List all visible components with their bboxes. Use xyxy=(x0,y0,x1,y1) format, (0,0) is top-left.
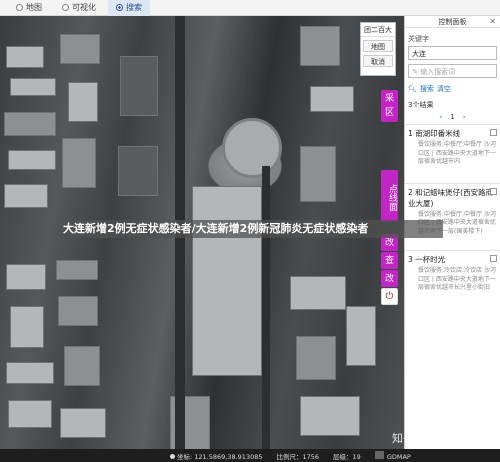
power-icon[interactable]: ⏻ xyxy=(381,288,398,305)
building xyxy=(346,306,376,366)
close-icon[interactable]: ✕ xyxy=(489,16,496,28)
tool-modify-button[interactable]: 改 xyxy=(381,270,398,287)
search-term-input[interactable]: ✎ 输入搜索词 xyxy=(408,64,497,78)
map-button[interactable]: 地图 xyxy=(363,40,393,52)
building xyxy=(118,146,158,196)
cancel-button[interactable]: 取消 xyxy=(363,55,393,67)
result-item[interactable]: 1 南湖印番米线 餐饮服务;中餐厅;中餐厅 沙河口区 | 西安路中央大道地下一层… xyxy=(405,124,500,173)
keyword-input[interactable]: 大连 xyxy=(408,46,497,60)
search-term-placeholder: 输入搜索词 xyxy=(420,68,456,76)
result-name: 3 一杯时光 xyxy=(408,255,446,264)
tab-label: 搜索 xyxy=(126,3,142,12)
radio-icon xyxy=(16,4,23,11)
building xyxy=(120,56,158,116)
building xyxy=(310,86,354,112)
news-banner: 大连新增2例无症状感染者/大连新增2例新冠肺炎无症状感染者 xyxy=(60,220,443,238)
pagination: ‹ 1 › xyxy=(405,113,500,121)
coords-readout: 坐标: 121.5869,38.913085 xyxy=(170,451,263,461)
result-count: 3个结果 xyxy=(408,101,434,109)
map-search-popup: 团二百大 地图 取消 xyxy=(360,22,396,76)
result-checkbox[interactable] xyxy=(490,255,497,262)
result-checkbox[interactable] xyxy=(490,187,497,195)
pen-icon: ✎ xyxy=(412,68,421,76)
building xyxy=(56,260,98,280)
building xyxy=(6,362,54,384)
tool-area-button[interactable]: 采区 xyxy=(381,90,398,122)
clear-link[interactable]: 清空 xyxy=(437,84,451,94)
top-tab-bar: 地图 可视化 搜索 xyxy=(0,0,500,16)
level-readout: 层级：19 xyxy=(333,452,361,461)
map-source-text: GDMAP xyxy=(386,452,411,461)
building xyxy=(10,78,56,96)
building xyxy=(58,296,98,326)
building xyxy=(64,346,100,386)
current-page: 1 xyxy=(450,113,455,121)
building xyxy=(6,264,46,290)
building xyxy=(300,146,336,202)
radio-icon xyxy=(62,4,69,11)
search-link[interactable]: 搜索 xyxy=(420,84,434,94)
scale-readout: 比例尺：1756 xyxy=(276,452,320,461)
tab-label: 可视化 xyxy=(72,3,96,12)
status-bar: 坐标: 121.5869,38.913085 比例尺：1756 层级：19 GD… xyxy=(0,449,500,462)
building xyxy=(10,306,44,348)
satellite-map[interactable] xyxy=(0,16,404,462)
building xyxy=(300,26,340,66)
panel-title: 控制面板 ✕ xyxy=(405,16,500,28)
tool-query-button[interactable]: 查 xyxy=(381,252,398,269)
building xyxy=(296,336,336,380)
keyword-label: 关键字 xyxy=(408,35,429,43)
result-desc: 餐饮服务;中餐厅;中餐厅 沙河口区 | 西安路中央大道地下一层宿舍优越市内 xyxy=(418,141,496,165)
panel-title-text: 控制面板 xyxy=(438,18,467,26)
result-name: 1 南湖印番米线 xyxy=(408,129,461,138)
watermark: 知乎 @xomap xyxy=(392,432,466,445)
result-item[interactable]: 3 一杯时光 餐饮服务;冷饮店;冷饮店 沙河口区 | 西安路中央大道地下一层宿舍… xyxy=(405,250,500,299)
next-page-button[interactable]: › xyxy=(463,113,466,121)
road xyxy=(262,166,270,462)
location-icon xyxy=(170,453,175,459)
building xyxy=(8,150,56,170)
building xyxy=(4,184,48,208)
building xyxy=(68,82,98,122)
station-platform xyxy=(192,186,262,376)
result-desc: 餐饮服务;冷饮店;冷饮店 沙河口区 | 西安路中央大道地下一层宿舍优越市长兴里小… xyxy=(418,267,496,291)
tab-visualization[interactable]: 可视化 xyxy=(54,0,104,16)
map-search-text[interactable]: 团二百大 xyxy=(361,23,395,37)
result-checkbox[interactable] xyxy=(490,129,497,136)
search-icon: 🔍︎ xyxy=(408,85,417,93)
layer-icon xyxy=(374,450,384,459)
tab-search[interactable]: 搜索 xyxy=(108,0,150,16)
building xyxy=(290,276,346,310)
tab-label: 地图 xyxy=(26,3,42,12)
building xyxy=(6,46,44,68)
building xyxy=(8,400,52,428)
building xyxy=(4,112,56,136)
coords-text: 坐标: 121.5869,38.913085 xyxy=(177,452,263,461)
building xyxy=(60,408,106,438)
result-name: 2 和记蜡味煲仔(西安路商业大厦) xyxy=(408,187,494,208)
tool-point-line-polygon-button[interactable]: 点线面 xyxy=(381,170,398,222)
building xyxy=(60,34,100,64)
map-source: GDMAP xyxy=(374,450,411,461)
prev-page-button[interactable]: ‹ xyxy=(439,113,442,121)
station-roof xyxy=(222,118,282,178)
building xyxy=(62,138,96,188)
building xyxy=(300,396,360,436)
search-actions: 🔍︎ 搜索 清空 xyxy=(408,84,497,94)
road xyxy=(175,16,185,462)
tab-map[interactable]: 地图 xyxy=(8,0,50,16)
radio-icon xyxy=(116,4,123,11)
